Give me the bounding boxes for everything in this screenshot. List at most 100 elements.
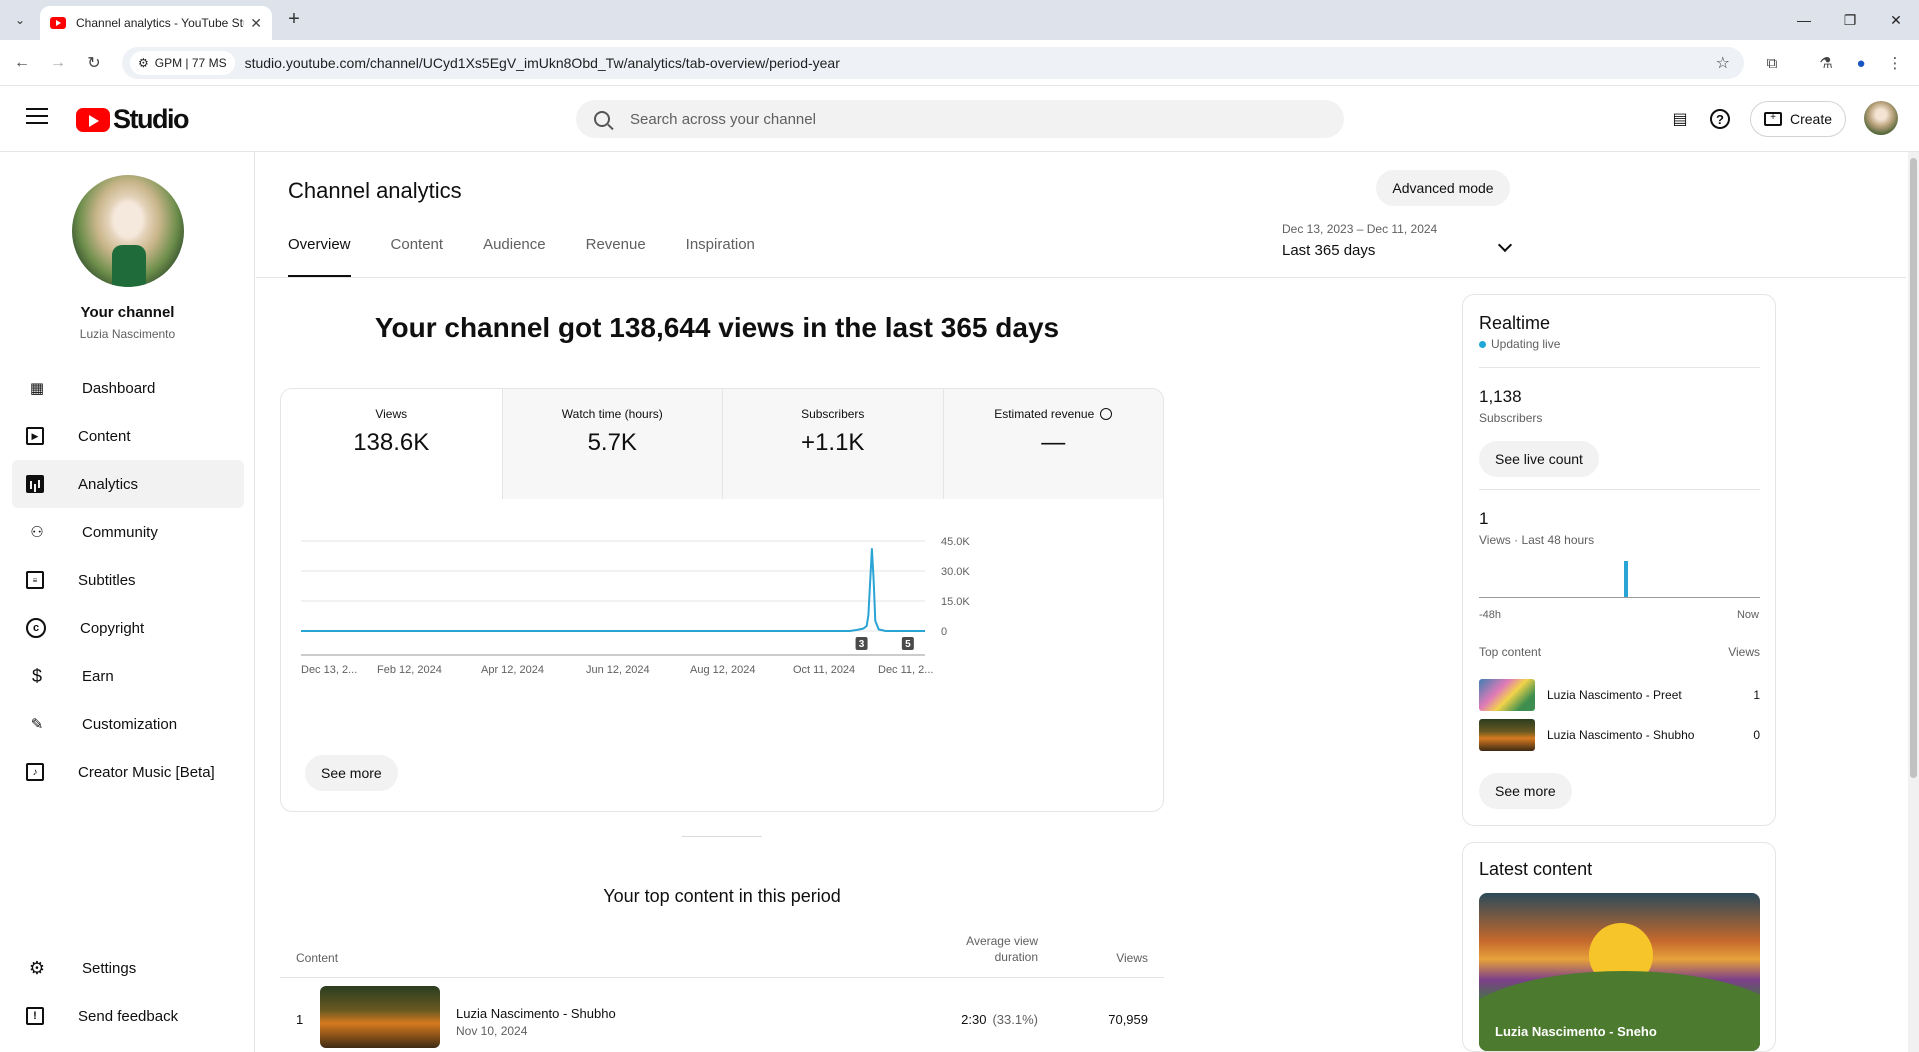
sidebar-item-earn[interactable]: $ Earn [12, 652, 244, 700]
channel-avatar[interactable] [72, 175, 184, 287]
studio-logo[interactable]: Studio [76, 104, 189, 135]
section-divider [682, 836, 762, 837]
sidebar-item-dashboard[interactable]: ▦ Dashboard [12, 364, 244, 412]
dashboard-icon: ▦ [29, 380, 45, 397]
sidebar-item-analytics[interactable]: Analytics [12, 460, 244, 508]
metric-watch-time[interactable]: Watch time (hours) 5.7K [501, 389, 722, 499]
minimize-icon[interactable]: — [1781, 0, 1827, 40]
tab-search-chevron-icon[interactable]: ⌄ [8, 8, 32, 32]
clock-icon [1100, 408, 1113, 420]
sidebar-item-label: Content [78, 427, 131, 445]
tabs-divider [256, 277, 1906, 278]
create-button[interactable]: + Create [1750, 101, 1846, 137]
tab-content[interactable]: Content [391, 236, 444, 278]
browser-menu-icon[interactable]: ⋮ [1883, 51, 1907, 75]
live-dot-icon [1479, 340, 1486, 348]
tab-revenue[interactable]: Revenue [586, 236, 646, 278]
extensions-icon[interactable]: ⧉ [1760, 51, 1784, 75]
realtime-divider [1479, 489, 1760, 490]
metric-views[interactable]: Views 138.6K [281, 389, 502, 499]
realtime-status-text: Updating live [1491, 337, 1561, 351]
back-icon[interactable]: ← [10, 51, 34, 75]
sidebar-item-copyright[interactable]: c Copyright [12, 604, 244, 652]
metric-value: 138.6K [353, 429, 430, 456]
page-scrollbar[interactable] [1908, 152, 1919, 1052]
sidebar-item-label: Creator Music [Beta] [78, 763, 215, 781]
metric-value: +1.1K [801, 429, 865, 456]
search-input[interactable]: Search across your channel [576, 100, 1344, 138]
top-content-label: Top content [1479, 645, 1542, 659]
channel-title[interactable]: Your channel [0, 304, 255, 321]
metric-label: Views [375, 407, 408, 421]
site-info-chip[interactable]: ⚙ GPM | 77 MS [130, 51, 235, 75]
see-more-button[interactable]: See more [305, 755, 398, 791]
video-thumbnail [1479, 679, 1535, 711]
address-bar[interactable]: ⚙ GPM | 77 MS studio.youtube.com/channel… [122, 47, 1744, 79]
help-button[interactable]: ? [1708, 107, 1732, 131]
sidebar-item-send-feedback[interactable]: ! Send feedback [12, 992, 244, 1040]
tab-audience[interactable]: Audience [483, 236, 546, 278]
advanced-mode-button[interactable]: Advanced mode [1376, 170, 1510, 206]
video-title[interactable]: Luzia Nascimento - Shubho [456, 1006, 616, 1021]
see-live-count-button[interactable]: See live count [1479, 441, 1599, 477]
account-avatar[interactable] [1864, 101, 1898, 135]
realtime-views-bar[interactable] [1624, 561, 1628, 597]
metric-estimated-revenue[interactable]: Estimated revenue — [942, 389, 1163, 499]
period-selector[interactable]: Dec 13, 2023 – Dec 11, 2024 Last 365 day… [1282, 222, 1522, 259]
create-video-icon: + [1763, 112, 1782, 126]
metric-subscribers[interactable]: Subscribers +1.1K [722, 389, 943, 499]
video-title: Luzia Nascimento - Preet [1547, 688, 1682, 702]
realtime-title: Realtime [1479, 313, 1551, 333]
sidebar-item-creator-music[interactable]: ♪ Creator Music [Beta] [12, 748, 244, 796]
list-item[interactable]: Luzia Nascimento - Shubho 0 [1479, 719, 1760, 751]
new-tab-icon[interactable]: + [282, 8, 306, 32]
top-content-views-label: Views [1728, 645, 1760, 659]
sidebar-item-content[interactable]: ▶ Content [12, 412, 244, 460]
messages-icon[interactable]: ▤ [1668, 107, 1692, 131]
labs-flask-icon[interactable]: ⚗ [1814, 51, 1838, 75]
tab-overview[interactable]: Overview [288, 236, 351, 278]
sidebar-item-subtitles[interactable]: ≡ Subtitles [12, 556, 244, 604]
sidebar-item-label: Subtitles [78, 571, 136, 589]
forward-icon[interactable]: → [46, 51, 70, 75]
content-icon: ▶ [26, 427, 44, 445]
latest-content-card: Latest content Luzia Nascimento - Sneho [1462, 842, 1776, 1052]
page-title: Channel analytics [288, 178, 462, 203]
list-item[interactable]: Luzia Nascimento - Preet 1 [1479, 679, 1760, 711]
sidebar-nav: ▦ Dashboard ▶ Content Analytics ⚇ Commun… [12, 364, 244, 796]
overview-chart-card: Views 138.6K Watch time (hours) 5.7K Sub… [280, 388, 1164, 812]
metric-value: 5.7K [587, 429, 637, 456]
profile-icon[interactable]: ● [1849, 51, 1873, 75]
sidebar-item-label: Customization [82, 715, 178, 733]
views-line-chart: 45.0K 30.0K 15.0K 0 Dec 13, 2... Feb 12, 2024… [301, 536, 970, 676]
tab-inspiration[interactable]: Inspiration [686, 236, 755, 278]
browser-tab-active[interactable]: Channel analytics - YouTube Studio ✕ [40, 6, 272, 40]
x-tick-label: Aug 12, 2024 [690, 664, 755, 676]
scrollbar-thumb[interactable] [1910, 158, 1917, 778]
close-window-icon[interactable]: ✕ [1873, 0, 1919, 40]
community-icon: ⚇ [30, 524, 44, 541]
url-text[interactable]: studio.youtube.com/channel/UCyd1Xs5EgV_i… [245, 55, 840, 71]
sidebar-item-customization[interactable]: ✎ Customization [12, 700, 244, 748]
hamburger-menu-icon[interactable] [26, 108, 48, 124]
restore-icon[interactable]: ❐ [1827, 0, 1873, 40]
col-avd-line1: Average view [966, 934, 1038, 948]
video-thumbnail[interactable] [320, 986, 440, 1048]
sidebar-item-label: Dashboard [82, 379, 156, 397]
col-content: Content [296, 951, 339, 965]
realtime-divider [1479, 367, 1760, 368]
sidebar-item-community[interactable]: ⚇ Community [12, 508, 244, 556]
reload-icon[interactable]: ↻ [82, 51, 106, 75]
video-views: 70,959 [1108, 1012, 1148, 1027]
subtitles-icon: ≡ [26, 571, 44, 589]
table-row[interactable]: 1 Luzia Nascimento - Shubho Nov 10, 2024… [280, 978, 1164, 1048]
realtime-see-more-button[interactable]: See more [1479, 773, 1572, 809]
latest-video-thumbnail[interactable]: Luzia Nascimento - Sneho [1479, 893, 1760, 1051]
metric-value: — [1041, 429, 1066, 456]
bookmark-star-icon[interactable]: ☆ [1716, 53, 1730, 73]
y-tick-label: 30.0K [941, 566, 970, 578]
sidebar-item-label: Send feedback [78, 1007, 179, 1025]
col-avd-line2: duration [994, 950, 1038, 964]
tab-close-icon[interactable]: ✕ [250, 15, 262, 32]
sidebar-item-settings[interactable]: ⚙ Settings [12, 944, 244, 992]
